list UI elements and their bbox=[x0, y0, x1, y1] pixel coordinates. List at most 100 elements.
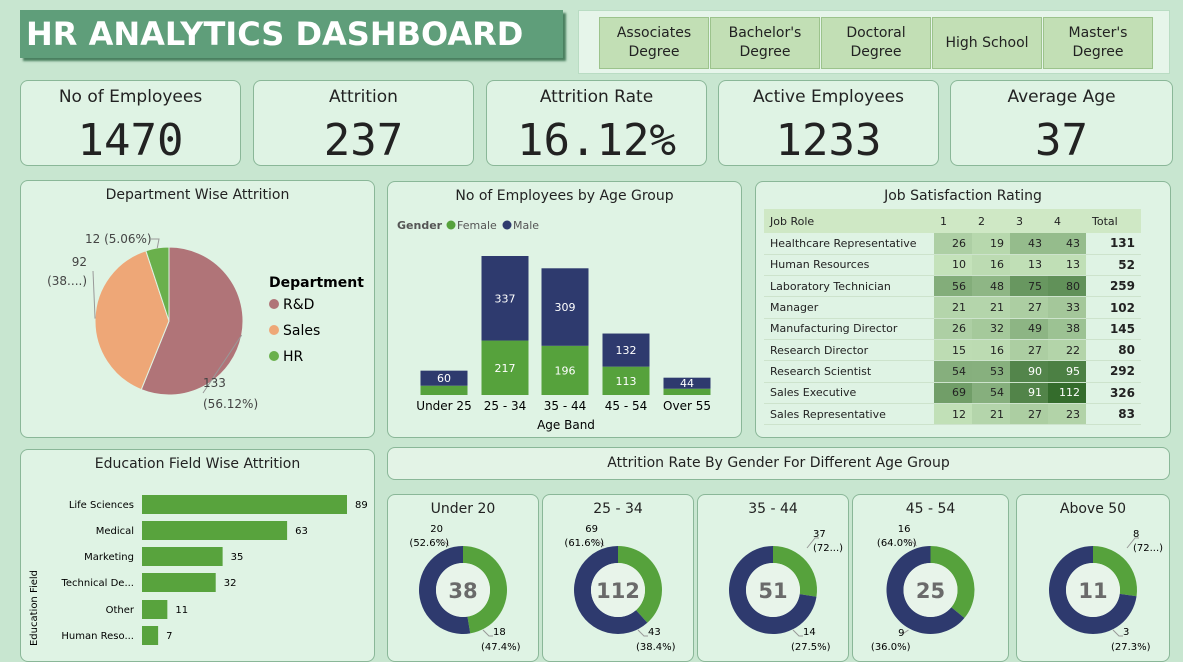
table-header-cell[interactable]: 1 bbox=[934, 209, 972, 233]
kpi-card-attrition: Attrition 237 bbox=[253, 80, 474, 166]
slicer-doctoral-degree[interactable]: Doctoral Degree bbox=[821, 17, 931, 69]
donut-data-label: 8 bbox=[1133, 529, 1139, 540]
dashboard-title-banner: HR ANALYTICS DASHBOARD bbox=[20, 10, 563, 58]
gender-donut-chart: 38 20 (52.6%) 18 (47.4%) bbox=[409, 524, 520, 653]
kpi-value: 16.12% bbox=[517, 115, 676, 166]
kpi-card-active-employees: Active Employees 1233 bbox=[718, 80, 939, 166]
donut-data-label: 69 bbox=[585, 524, 598, 535]
table-header-cell[interactable]: Total bbox=[1086, 209, 1141, 233]
bar-data-label: 196 bbox=[555, 364, 576, 377]
donut-total: 11 bbox=[1078, 579, 1107, 603]
gender-donut-chart: 11 8 (72...) 3 (27.3%) bbox=[1049, 529, 1163, 653]
table-row: Healthcare Representative 26 19 43 43 131 bbox=[764, 233, 1141, 255]
department-pie-chart: 133 (56.12%) 92 (38....) 12 (5.06%) Departmen… bbox=[47, 232, 364, 411]
banner-title: Attrition Rate By Gender For Different A… bbox=[607, 455, 950, 471]
job-role-cell: Human Resources bbox=[764, 254, 934, 277]
donut-leader-line bbox=[482, 629, 493, 637]
donut-data-label: (27.5%) bbox=[791, 642, 831, 653]
bar-data-label: 7 bbox=[166, 631, 172, 642]
rating-cell: 16 bbox=[972, 339, 1010, 362]
donut-data-label: 43 bbox=[648, 627, 661, 638]
legend-marker bbox=[269, 299, 279, 309]
rating-cell: 69 bbox=[934, 382, 972, 404]
kpi-label: Average Age bbox=[1007, 87, 1116, 107]
donut-data-label: (52.6%) bbox=[409, 538, 449, 549]
y-tick-label: Other bbox=[106, 605, 135, 616]
slicer-masters-degree[interactable]: Master's Degree bbox=[1043, 17, 1153, 69]
slicer-bachelors-degree[interactable]: Bachelor's Degree bbox=[710, 17, 820, 69]
table-header-cell[interactable]: 4 bbox=[1048, 209, 1086, 233]
rating-cell: 21 bbox=[934, 296, 972, 319]
job-role-cell: Research Scientist bbox=[764, 360, 934, 383]
rating-cell: 32 bbox=[972, 318, 1010, 340]
legend-entry: HR bbox=[283, 349, 304, 365]
donut-data-label: 37 bbox=[813, 529, 826, 540]
donut-total: 51 bbox=[758, 579, 787, 603]
donut-total: 38 bbox=[448, 579, 477, 603]
donut-card: 25 - 34 112 69 (61.6%) 43 (38.4%) bbox=[542, 494, 694, 662]
rating-cell: 48 bbox=[972, 275, 1010, 298]
rating-cell: 27 bbox=[1010, 403, 1048, 426]
job-role-cell: Research Director bbox=[764, 339, 934, 362]
rating-cell: 54 bbox=[972, 382, 1010, 404]
slicer-associates-degree[interactable]: Associates Degree bbox=[599, 17, 709, 69]
gender-donut-chart: 25 16 (64.0%) 9 (36.0%) bbox=[871, 524, 975, 653]
rating-cell: 23 bbox=[1048, 403, 1086, 426]
table-row: Laboratory Technician 56 48 75 80 259 bbox=[764, 275, 1141, 298]
pie-data-label: 133 bbox=[203, 376, 226, 390]
donut-data-label: (38.4%) bbox=[636, 642, 676, 653]
bar-data-label: 11 bbox=[175, 605, 188, 616]
bar-data-label: 89 bbox=[355, 500, 368, 511]
pie-data-label: 12 (5.06%) bbox=[85, 232, 152, 246]
job-role-cell: Sales Representative bbox=[764, 403, 934, 426]
donut-data-label: (72...) bbox=[813, 543, 843, 554]
education-field-card: Education Field Wise Attrition Education… bbox=[20, 449, 375, 662]
rating-cell: 90 bbox=[1010, 360, 1048, 383]
bar-data-label: 63 bbox=[295, 526, 308, 537]
rating-cell: 10 bbox=[934, 254, 972, 277]
chart-title: Job Satisfaction Rating bbox=[884, 188, 1042, 204]
table-header-cell[interactable]: Job Role bbox=[764, 209, 934, 233]
table-header-cell[interactable]: 3 bbox=[1010, 209, 1048, 233]
table-header-cell[interactable]: 2 bbox=[972, 209, 1010, 233]
rating-cell: 54 bbox=[934, 360, 972, 383]
y-tick-label: Medical bbox=[96, 526, 134, 537]
job-role-cell: Healthcare Representative bbox=[764, 233, 934, 255]
rating-cell: 19 bbox=[972, 233, 1010, 255]
donut-card: 35 - 44 51 37 (72...) 14 (27.5%) bbox=[697, 494, 849, 662]
rating-cell: 38 bbox=[1048, 318, 1086, 340]
job-satisfaction-table: Job Role 1 2 3 4 Total Healthcare Representati… bbox=[764, 209, 1141, 426]
donut-card: 45 - 54 25 16 (64.0%) 9 (36.0%) bbox=[852, 494, 1009, 662]
total-cell: 80 bbox=[1086, 339, 1141, 362]
rating-cell: 13 bbox=[1010, 254, 1048, 277]
kpi-label: Active Employees bbox=[752, 87, 905, 107]
table-row: Sales Executive 69 54 91 112 326 bbox=[764, 382, 1141, 404]
rating-cell: 15 bbox=[934, 339, 972, 362]
age-group-card: No of Employees by Age Group Gender Femal… bbox=[387, 181, 742, 438]
legend-title: Gender bbox=[397, 219, 443, 232]
job-role-cell: Manager bbox=[764, 296, 934, 319]
department-attrition-card: Department Wise Attrition 133 (56.12%) 92(… bbox=[20, 180, 375, 438]
bar-data-label: 217 bbox=[495, 362, 516, 375]
legend-entry: Male bbox=[513, 219, 539, 232]
donut-leader-line bbox=[637, 629, 648, 637]
rating-cell: 26 bbox=[934, 233, 972, 255]
y-axis-label: Education Field bbox=[29, 570, 40, 646]
kpi-card-employees: No of Employees 1470 bbox=[20, 80, 241, 166]
slicer-high-school[interactable]: High School bbox=[932, 17, 1042, 69]
donut-card: Under 20 38 20 (52.6%) 18 (47.4%) bbox=[387, 494, 539, 662]
legend-entry: Sales bbox=[283, 323, 320, 339]
rating-cell: 80 bbox=[1048, 275, 1086, 298]
total-cell: 292 bbox=[1086, 360, 1141, 383]
job-satisfaction-card: Job Satisfaction Rating Job Role 1 2 3 4 Tota… bbox=[755, 181, 1171, 438]
y-tick-label: Technical De... bbox=[61, 578, 135, 589]
rating-cell: 21 bbox=[972, 296, 1010, 319]
bar bbox=[142, 495, 347, 514]
donut-data-label: 3 bbox=[1123, 627, 1129, 638]
bar-data-label: 35 bbox=[231, 552, 244, 563]
total-cell: 102 bbox=[1086, 296, 1141, 319]
kpi-label: Attrition bbox=[329, 87, 398, 107]
total-cell: 326 bbox=[1086, 382, 1141, 404]
rating-cell: 16 bbox=[972, 254, 1010, 277]
legend-marker bbox=[269, 325, 279, 335]
